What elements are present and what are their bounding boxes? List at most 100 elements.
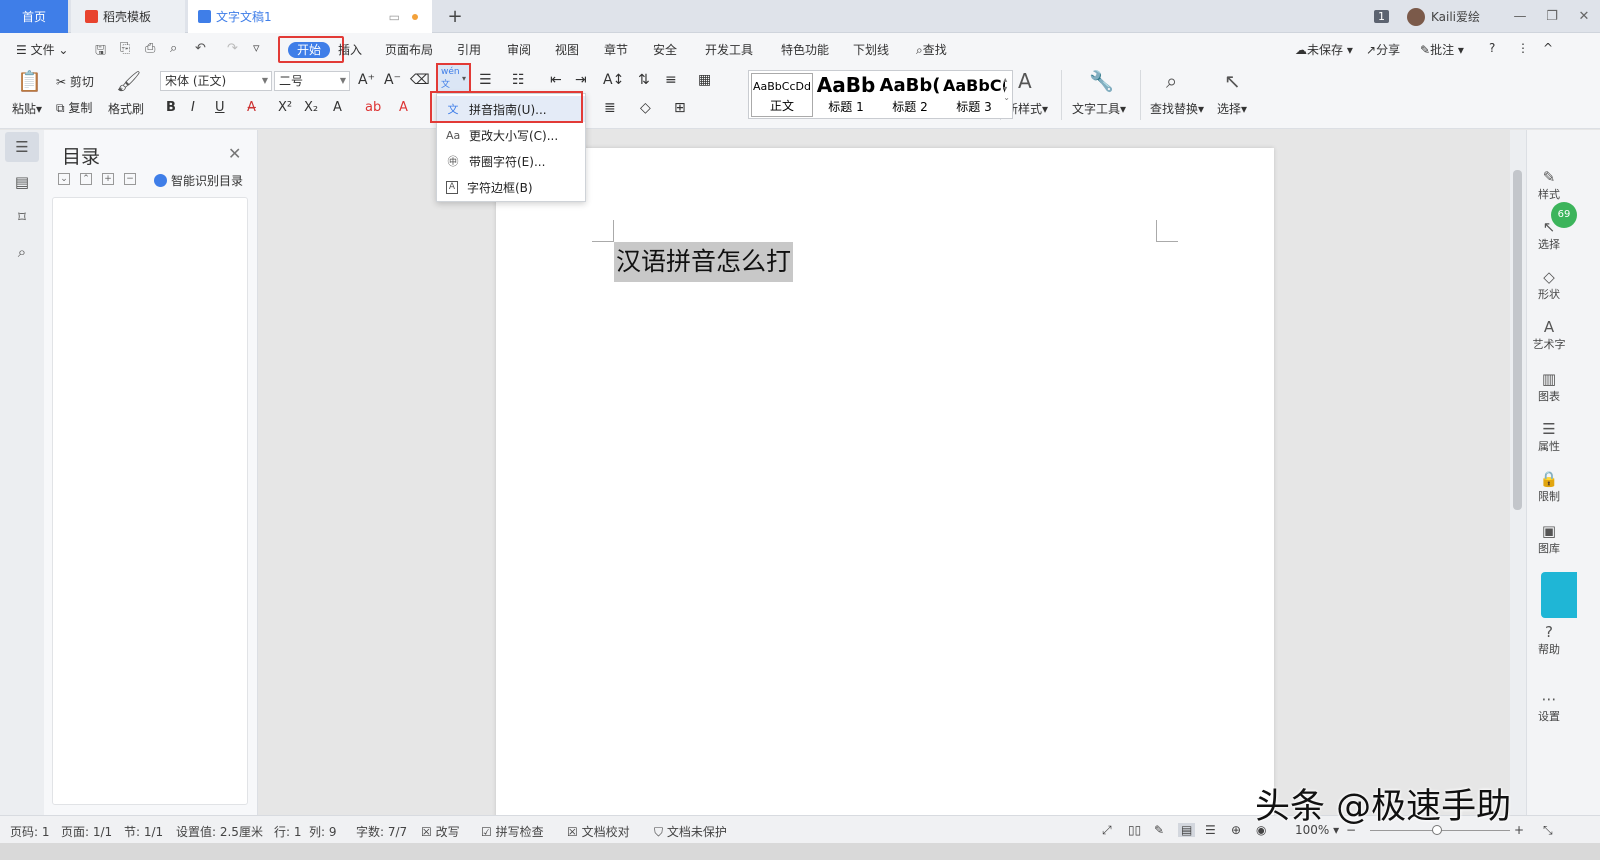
italic-button[interactable]: I (191, 100, 195, 115)
redo-icon[interactable]: ↷ (227, 41, 238, 56)
help-button[interactable]: ? (1489, 41, 1495, 55)
app-tile-icon[interactable] (1541, 572, 1577, 618)
fit-window-icon[interactable]: ⤡ (1543, 823, 1553, 838)
bold-button[interactable]: B (166, 100, 176, 115)
clear-format-icon[interactable]: ⌫ (410, 72, 430, 88)
status-section[interactable]: 节: 1/1 (124, 823, 163, 840)
tab-chapter[interactable]: 章节 (604, 41, 628, 58)
print-icon[interactable]: ⎙ (145, 41, 155, 56)
tab-home[interactable]: 首页 (0, 0, 68, 33)
menu-item-char-border[interactable]: A 字符边框(B) (437, 174, 585, 200)
strikethrough-icon[interactable]: A̶ (247, 100, 256, 115)
text-tools-button[interactable]: 文字工具▾ (1072, 100, 1126, 117)
find-replace-icon[interactable]: ⌕ (1166, 69, 1177, 93)
bookmark-icon[interactable]: ⌑ (12, 208, 32, 228)
find-menu[interactable]: ⌕查找 (916, 41, 947, 58)
restore-button[interactable]: ❐ (1536, 9, 1568, 24)
paste-button[interactable]: 粘贴▾ (12, 100, 42, 117)
toc-icon[interactable]: ☰ (5, 132, 39, 162)
sort-icon[interactable]: ⇅ (638, 72, 650, 88)
tab-security[interactable]: 安全 (653, 41, 677, 58)
vertical-scrollbar[interactable] (1510, 130, 1526, 815)
tab-developer[interactable]: 开发工具 (705, 41, 753, 58)
format-painter-button[interactable]: 格式刷 (108, 100, 144, 117)
tab-view[interactable]: 视图 (555, 41, 579, 58)
text-direction-icon[interactable]: A↕ (603, 72, 624, 88)
panel-shape[interactable]: ◇ 形状 (1527, 268, 1571, 302)
shrink-font-icon[interactable]: A⁻ (384, 72, 401, 88)
web-view-icon[interactable]: ⊕ (1231, 823, 1241, 837)
superscript-icon[interactable]: X² (278, 100, 292, 115)
avatar[interactable] (1406, 7, 1425, 26)
panel-help[interactable]: ? 帮助 (1527, 623, 1571, 657)
tab-insert[interactable]: 插入 (338, 41, 362, 58)
format-painter-icon[interactable]: 🖌 (116, 69, 141, 93)
window-count-badge[interactable]: 1 (1373, 10, 1389, 23)
smart-toc-button[interactable]: 智能识别目录 (154, 172, 243, 189)
add-icon[interactable]: + (102, 173, 114, 185)
selected-document-text[interactable]: 汉语拼音怎么打 (614, 242, 794, 282)
panel-gallery[interactable]: ▣ 图库 (1527, 522, 1571, 556)
panel-settings[interactable]: ⋯ 设置 (1527, 690, 1571, 724)
document-page[interactable]: 汉语拼音怎么打 (496, 148, 1274, 828)
more-button[interactable]: ⋮ (1517, 41, 1529, 55)
search-icon[interactable]: ⌕ (12, 243, 32, 263)
gallery-scroll-icon[interactable]: ▴ ▾ ⌄ (1003, 75, 1010, 102)
style-normal[interactable]: AaBbCcDd 正文 (751, 73, 813, 117)
select-cursor-icon[interactable]: ↖ (1224, 69, 1241, 93)
shading-icon[interactable]: ◇ (640, 100, 651, 116)
tab-document[interactable]: 文字文稿1 ▭ (188, 0, 432, 33)
status-page[interactable]: 页码: 1 (10, 823, 50, 840)
find-replace-button[interactable]: 查找替换▾ (1150, 100, 1204, 117)
export-icon[interactable]: ⎘ (120, 41, 130, 56)
minimize-button[interactable]: — (1504, 9, 1536, 24)
print-preview-icon[interactable]: ⌕ (170, 41, 177, 56)
status-word-count[interactable]: 字数: 7/7 (356, 823, 407, 840)
tab-features[interactable]: 特色功能 (781, 41, 829, 58)
tab-start[interactable]: 开始 (278, 36, 344, 63)
tab-reference[interactable]: 引用 (457, 41, 481, 58)
panel-restrict[interactable]: 🔒 限制 (1527, 470, 1571, 504)
font-name-select[interactable]: 宋体 (正文) ▼ (160, 71, 272, 91)
line-spacing-icon[interactable]: ≡ (665, 72, 677, 88)
new-tab-button[interactable]: + (440, 0, 470, 33)
grow-font-icon[interactable]: A⁺ (358, 72, 375, 88)
notification-badge[interactable]: 69 (1551, 202, 1577, 228)
style-heading-1[interactable]: AaBb 标题 1 (815, 73, 877, 117)
read-mode-icon[interactable]: ▯▯ (1128, 823, 1141, 837)
decrease-indent-icon[interactable]: ⇤ (550, 72, 562, 88)
table-icon[interactable]: ▦ (698, 72, 711, 88)
tab-underline[interactable]: 下划线 (853, 41, 889, 58)
undo-icon[interactable]: ↶ (195, 41, 206, 56)
chapter-nav-icon[interactable]: ▤ (12, 173, 32, 193)
monitor-icon[interactable]: ▭ (389, 10, 400, 24)
comment-button[interactable]: ✎批注 ▾ (1420, 41, 1464, 58)
status-setting[interactable]: 设置值: 2.5厘米 (176, 823, 263, 840)
cut-button[interactable]: ✂ 剪切 (56, 73, 94, 90)
share-button[interactable]: ↗分享 (1366, 41, 1400, 58)
quick-access-dropdown-icon[interactable]: ▿ (253, 41, 260, 56)
status-pages[interactable]: 页面: 1/1 (61, 823, 112, 840)
copy-button[interactable]: ⧉ 复制 (56, 99, 92, 116)
status-row[interactable]: 行: 1 (274, 823, 302, 840)
numbered-list-icon[interactable]: ☷ (512, 72, 525, 88)
outline-view-icon[interactable]: ☰ (1205, 823, 1216, 837)
wrench-icon[interactable]: 🔧 (1089, 69, 1114, 93)
underline-button[interactable]: U (215, 100, 225, 115)
style-heading-3[interactable]: AaBbC( 标题 3 (943, 73, 1005, 117)
status-col[interactable]: 列: 9 (309, 823, 337, 840)
font-size-select[interactable]: 二号 ▼ (274, 71, 350, 91)
page-view-icon[interactable]: ▤ (1178, 823, 1196, 837)
panel-style[interactable]: ✎ 样式 (1527, 168, 1571, 202)
file-menu[interactable]: ☰ 文件 ⌄ (16, 41, 68, 58)
border-icon[interactable]: ⊞ (674, 100, 686, 116)
paragraph-spacing-icon[interactable]: ≣ (604, 100, 616, 116)
proofread-button[interactable]: ☒ 文档校对 (567, 823, 630, 840)
text-effect-icon[interactable]: A (333, 100, 342, 115)
username[interactable]: Kaili爱绘 (1431, 8, 1480, 25)
panel-wordart[interactable]: A 艺术字 (1527, 318, 1571, 352)
close-icon[interactable]: ✕ (228, 144, 241, 163)
font-color-icon[interactable]: A (399, 100, 408, 115)
write-mode-icon[interactable]: ✎ (1154, 823, 1164, 837)
fullscreen-icon[interactable]: ⤢ (1102, 823, 1112, 838)
